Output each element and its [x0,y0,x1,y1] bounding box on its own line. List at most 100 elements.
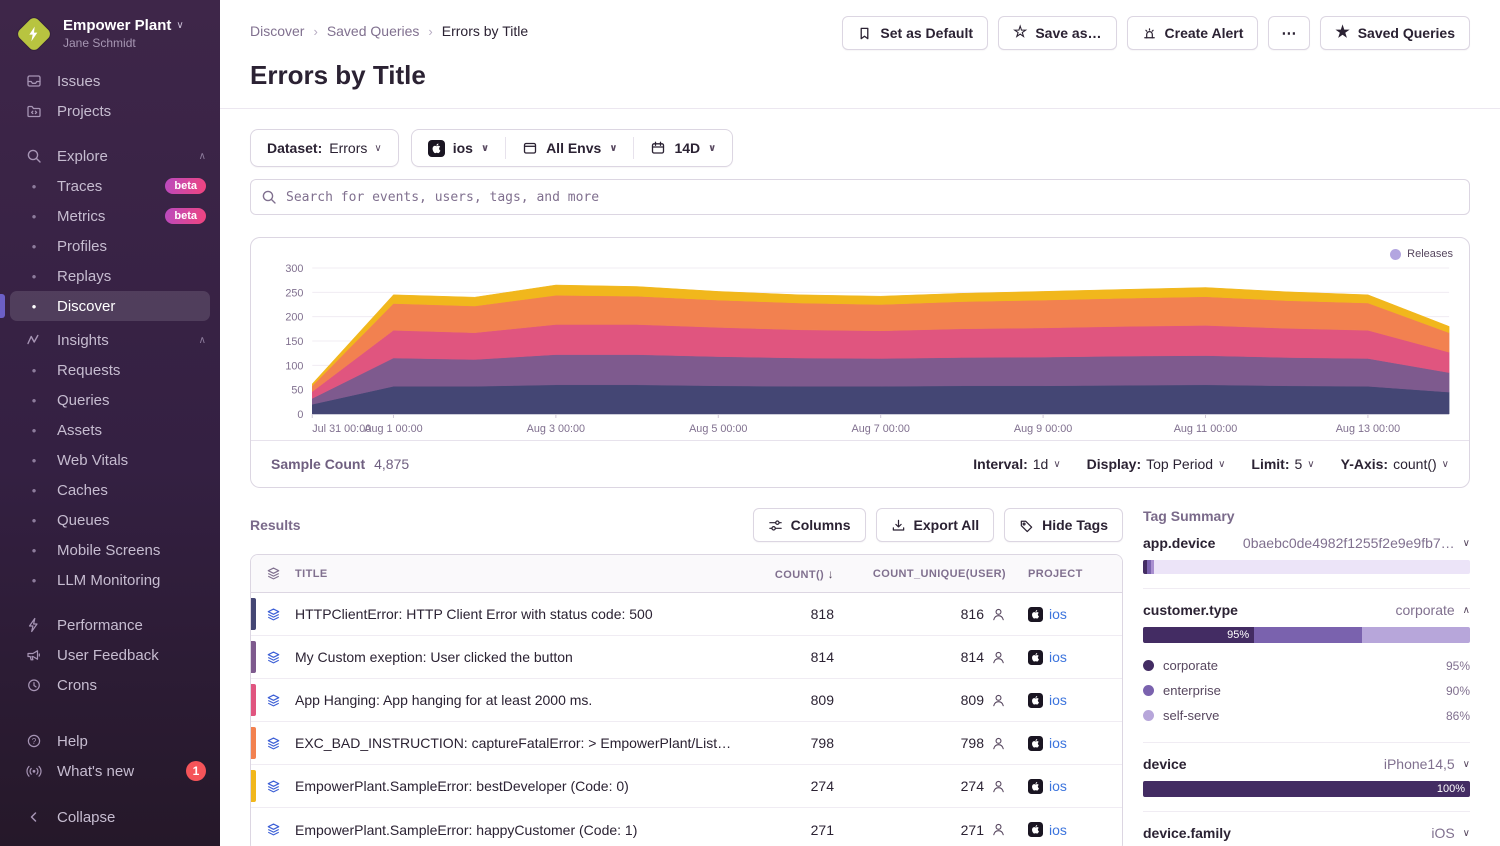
count-value: 798 [746,735,856,751]
error-title[interactable]: HTTPClientError: HTTP Client Error with … [295,606,746,622]
tag-value-row[interactable]: enterprise 90% [1143,678,1470,703]
project-link[interactable]: ios [1049,692,1067,708]
sidebar-item-replays[interactable]: • Replays [0,261,220,291]
column-header-title[interactable]: TITLE [295,568,746,580]
count-unique-value: 809 [961,692,984,708]
table-row[interactable]: HTTPClientError: HTTP Client Error with … [251,593,1122,636]
error-title[interactable]: App Hanging: App hanging for at least 20… [295,692,746,708]
org-name: Empower Plant [63,17,171,35]
org-user: Jane Schmidt [63,36,184,50]
sidebar-item-help[interactable]: ? Help [0,726,220,756]
empower-plant-logo-icon [16,16,53,53]
yaxis-selector[interactable]: Y-Axis:count()∨ [1341,456,1449,472]
sidebar-item-llm-monitoring[interactable]: •LLM Monitoring [0,565,220,595]
sidebar-item-whats-new[interactable]: What's new 1 [0,756,220,786]
sidebar-item-traces[interactable]: • Traces beta [0,171,220,201]
sidebar-item-user-feedback[interactable]: User Feedback [0,640,220,670]
sidebar-item-mobile-screens[interactable]: •Mobile Screens [0,535,220,565]
hide-tags-button[interactable]: Hide Tags [1004,508,1123,542]
project-selector[interactable]: ios ∨ [412,130,505,166]
layers-icon[interactable] [251,607,295,622]
sidebar-item-caches[interactable]: •Caches [0,475,220,505]
tag-toggle-customer-type[interactable]: customer.type corporate ∧ [1143,602,1470,618]
tag-value-row[interactable]: self-serve 86% [1143,703,1470,728]
layers-icon[interactable] [251,736,295,751]
page-title: Errors by Title [250,60,1470,91]
ios-project-icon [1028,822,1043,837]
sidebar-item-metrics[interactable]: • Metrics beta [0,201,220,231]
sidebar-collapse-button[interactable]: Collapse [0,802,220,832]
save-as-button[interactable]: ☆ Save as… [998,16,1117,50]
org-switcher[interactable]: Empower Plant∨ Jane Schmidt [0,12,220,66]
sidebar-item-crons[interactable]: Crons [0,670,220,700]
svg-text:Aug 11 00:00: Aug 11 00:00 [1174,423,1238,435]
table-row[interactable]: App Hanging: App hanging for at least 20… [251,679,1122,722]
error-title[interactable]: EmpowerPlant.SampleError: bestDeveloper … [295,778,746,794]
project-link[interactable]: ios [1049,778,1067,794]
tag-distribution-bar[interactable]: 95% [1143,627,1470,643]
series-color-swatch [251,813,256,846]
window-icon [522,140,538,156]
column-header-count-unique[interactable]: COUNT_UNIQUE(USER) [856,568,1026,580]
interval-selector[interactable]: Interval:1d∨ [973,456,1060,472]
date-range-selector[interactable]: 14D ∨ [634,130,732,166]
ios-project-icon [1028,650,1043,665]
layers-icon[interactable] [251,693,295,708]
project-link[interactable]: ios [1049,606,1067,622]
table-row[interactable]: EXC_BAD_INSTRUCTION: captureFatalError: … [251,722,1122,765]
ios-project-icon [1028,779,1043,794]
saved-queries-button[interactable]: ★ Saved Queries [1320,16,1470,50]
columns-button[interactable]: Columns [753,508,866,542]
tag-top-value: iOS [1239,825,1455,841]
tag-toggle-app-device[interactable]: app.device 0baebc0de4982f1255f2e9e9fb7… … [1143,535,1470,551]
chevron-down-icon: ∨ [708,143,716,154]
breadcrumb-discover[interactable]: Discover [250,23,304,39]
export-all-button[interactable]: Export All [876,508,995,542]
sidebar-group-insights[interactable]: Insights ∧ [0,325,220,355]
chevron-down-icon: ∨ [1463,538,1470,549]
sidebar-item-requests[interactable]: •Requests [0,355,220,385]
sidebar-group-explore[interactable]: Explore ∧ [0,141,220,171]
sidebar-item-assets[interactable]: •Assets [0,415,220,445]
tag-toggle-device-family[interactable]: device.family iOS ∨ [1143,825,1470,841]
more-options-button[interactable]: ⋯ [1268,16,1310,50]
table-row[interactable]: My Custom exeption: User clicked the but… [251,636,1122,679]
project-link[interactable]: ios [1049,822,1067,838]
create-alert-button[interactable]: Create Alert [1127,16,1259,50]
layers-icon[interactable] [251,779,295,794]
breadcrumb-saved-queries[interactable]: Saved Queries [327,23,420,39]
sidebar-item-queries[interactable]: •Queries [0,385,220,415]
sidebar-item-issues[interactable]: Issues [0,66,220,96]
sidebar-item-web-vitals[interactable]: •Web Vitals [0,445,220,475]
project-link[interactable]: ios [1049,735,1067,751]
environment-selector[interactable]: All Envs ∨ [506,130,633,166]
table-row[interactable]: EmpowerPlant.SampleError: bestDeveloper … [251,765,1122,808]
limit-selector[interactable]: Limit:5∨ [1251,456,1314,472]
error-title[interactable]: My Custom exeption: User clicked the but… [295,649,746,665]
error-title[interactable]: EmpowerPlant.SampleError: happyCustomer … [295,822,746,838]
sidebar-item-queues[interactable]: •Queues [0,505,220,535]
download-icon [891,518,906,533]
layers-icon[interactable] [251,566,295,581]
search-input[interactable] [250,179,1470,215]
chart-legend-releases[interactable]: Releases [1390,248,1453,260]
project-link[interactable]: ios [1049,649,1067,665]
sidebar-item-profiles[interactable]: • Profiles [0,231,220,261]
error-title[interactable]: EXC_BAD_INSTRUCTION: captureFatalError: … [295,735,746,751]
svg-text:50: 50 [291,385,303,397]
column-header-count[interactable]: COUNT() ↓ [746,567,856,581]
sidebar-item-discover[interactable]: • Discover [10,291,210,321]
tag-toggle-device[interactable]: device iPhone14,5 ∨ [1143,756,1470,772]
sidebar-item-projects[interactable]: Projects [0,96,220,126]
tag-distribution-bar[interactable] [1143,560,1470,574]
dataset-selector[interactable]: Dataset: Errors ∨ [250,129,399,167]
display-selector[interactable]: Display:Top Period∨ [1087,456,1226,472]
layers-icon[interactable] [251,822,295,837]
set-as-default-button[interactable]: Set as Default [842,16,988,50]
table-row[interactable]: EmpowerPlant.SampleError: happyCustomer … [251,808,1122,846]
sidebar-item-performance[interactable]: Performance [0,610,220,640]
tag-distribution-bar[interactable]: 100% [1143,781,1470,797]
tag-value-row[interactable]: corporate 95% [1143,653,1470,678]
column-header-project[interactable]: PROJECT [1026,568,1122,580]
layers-icon[interactable] [251,650,295,665]
